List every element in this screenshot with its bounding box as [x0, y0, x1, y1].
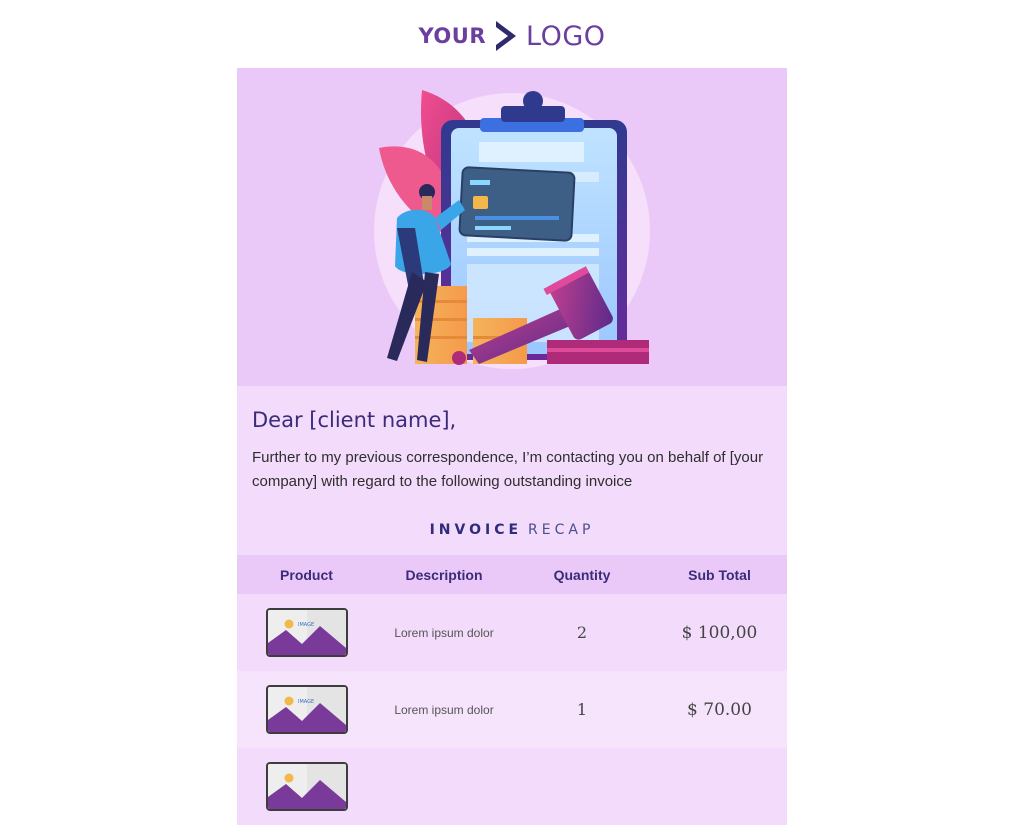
product-image: IMAGE — [265, 685, 348, 734]
row-description: Lorem ipsum dolor — [394, 625, 494, 640]
image-placeholder-icon — [267, 764, 346, 809]
table-row: IMAGE Lorem ipsum dolor 1 $ 70.00 — [237, 671, 787, 748]
image-placeholder-icon: IMAGE — [267, 610, 346, 655]
header-quantity: Quantity — [553, 566, 611, 583]
row-quantity: 2 — [576, 623, 588, 642]
invoice-payment-illustration — [374, 90, 650, 369]
product-image: IMAGE — [265, 608, 348, 657]
chevron-right-icon — [496, 21, 517, 51]
row-quantity: 1 — [576, 700, 588, 719]
message-body: Dear [client name], Further to my previo… — [237, 386, 787, 825]
recap-title-light: RECAP — [528, 522, 595, 538]
row-description: Lorem ipsum dolor — [394, 702, 494, 717]
table-row — [237, 748, 787, 825]
message-paragraph: Further to my previous correspondence, I… — [252, 449, 764, 490]
table-row: IMAGE Lorem ipsum dolor 2 $ 100,00 — [237, 594, 787, 671]
invoice-recap-title: INVOICE RECAP — [237, 522, 787, 538]
greeting-heading: Dear [client name], — [252, 408, 457, 432]
header-description: Description — [405, 566, 483, 583]
row-subtotal: $ 70.00 — [687, 699, 752, 720]
product-image — [265, 762, 348, 811]
brand-logo[interactable]: YOUR LOGO — [0, 14, 1024, 58]
email-card: Dear [client name], Further to my previo… — [237, 68, 787, 825]
image-label: IMAGE — [298, 699, 314, 705]
image-label: IMAGE — [298, 622, 314, 628]
logo-word-logo: LOGO — [526, 20, 606, 52]
invoice-table-header: Product Description Quantity Sub Total — [237, 555, 787, 594]
row-subtotal: $ 100,00 — [681, 622, 758, 643]
logo-word-your: YOUR — [418, 24, 487, 48]
image-placeholder-icon: IMAGE — [267, 687, 346, 732]
hero-illustration — [237, 68, 787, 386]
recap-title-bold: INVOICE — [429, 522, 523, 538]
header-product: Product — [280, 566, 333, 583]
header-subtotal: Sub Total — [688, 566, 751, 583]
